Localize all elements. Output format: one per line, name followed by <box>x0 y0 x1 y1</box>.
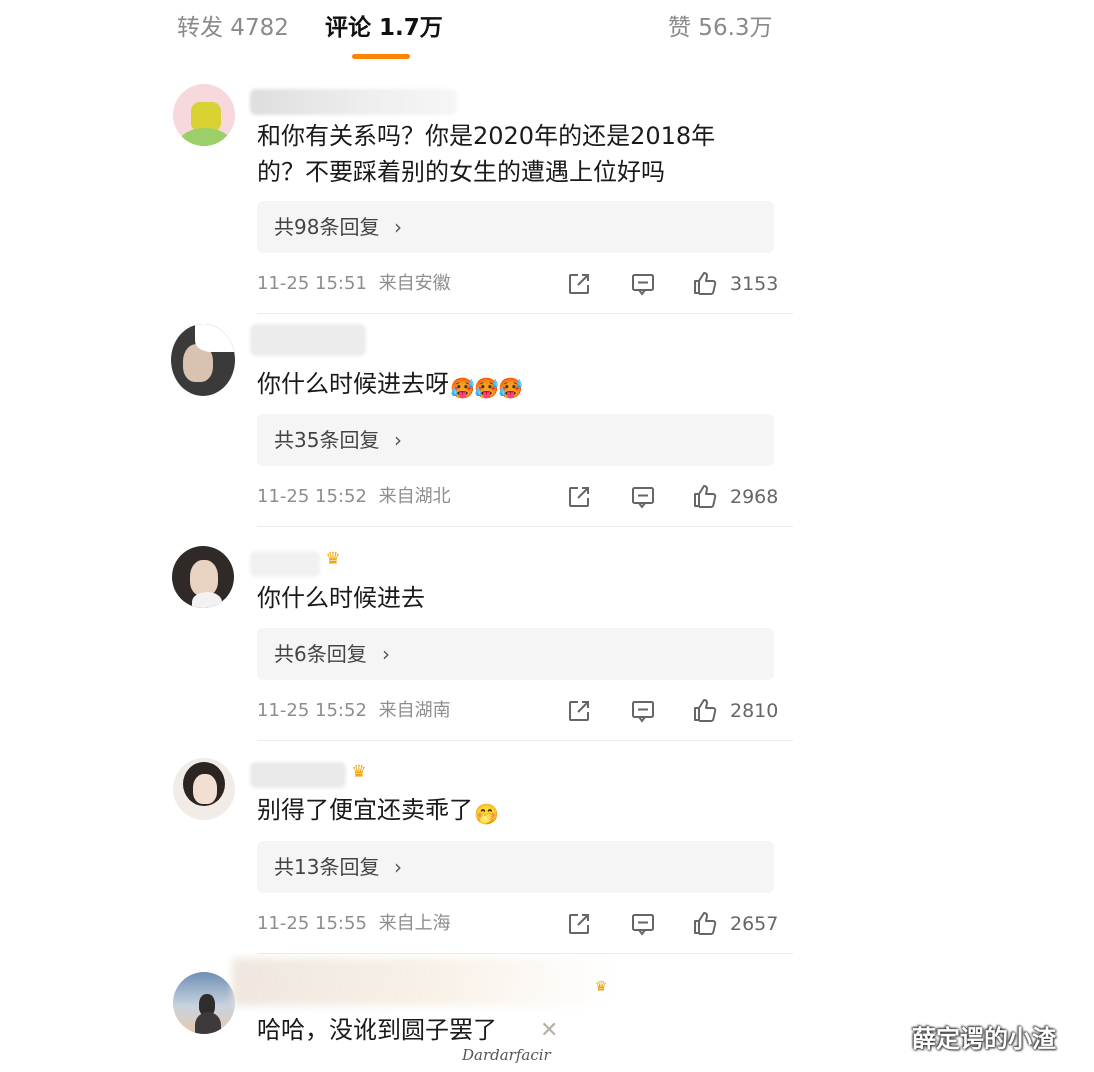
crown-icon: ♛ <box>325 549 341 569</box>
comment-icon <box>632 914 654 936</box>
comment-time: 11-25 15:52 <box>257 700 367 721</box>
comment-button[interactable] <box>630 911 656 937</box>
thumbs-up-icon <box>694 272 717 295</box>
signature-sticker: Dardarfacir <box>462 1046 551 1064</box>
chevron-right-icon: › <box>394 855 402 879</box>
avatar[interactable] <box>171 324 235 396</box>
replies-count-label: 共35条回复 <box>274 428 380 452</box>
comment-text: 别得了便宜还卖乖了🤭 <box>257 792 499 828</box>
thumbs-up-icon <box>694 912 717 935</box>
view-replies-button[interactable]: 共6条回复 › <box>257 628 774 680</box>
comment-meta: 11-25 15:52 来自湖南 <box>257 699 451 723</box>
avatar[interactable] <box>173 972 235 1034</box>
comment-icon <box>632 701 654 723</box>
divider <box>257 526 793 527</box>
hot-face-emoji: 🥵 <box>474 376 499 400</box>
sparkle-sticker: ✕ <box>540 1018 559 1043</box>
comment-icon <box>632 487 654 509</box>
comment-icon <box>632 274 654 296</box>
comment-text: 和你有关系吗？你是2020年的还是2018年 的？不要踩着别的女生的遭遇上位好吗 <box>257 118 715 190</box>
chevron-right-icon: › <box>394 215 402 239</box>
share-icon <box>569 701 589 721</box>
chevron-right-icon: › <box>394 428 402 452</box>
replies-count-label: 共6条回复 <box>274 642 367 666</box>
comment-text-line: 的？不要踩着别的女生的遭遇上位好吗 <box>257 158 665 186</box>
comment-text: 你什么时候进去呀🥵🥵🥵 <box>257 366 523 402</box>
avatar[interactable] <box>172 546 234 608</box>
crown-icon: ♛ <box>351 762 367 782</box>
comment-time: 11-25 15:51 <box>257 273 367 294</box>
comment-button[interactable] <box>630 698 656 724</box>
like-count: 2657 <box>730 913 779 935</box>
like-button[interactable] <box>692 697 718 723</box>
view-replies-button[interactable]: 共13条回复 › <box>257 841 774 893</box>
comment-tabs: 转发 4782 评论 1.7万 赞 56.3万 <box>0 0 1094 72</box>
comment-meta: 11-25 15:55 来自上海 <box>257 912 451 936</box>
avatar[interactable] <box>173 84 235 146</box>
comment-meta: 11-25 15:52 来自湖北 <box>257 485 451 509</box>
comment-time: 11-25 15:55 <box>257 913 367 934</box>
tab-repost[interactable]: 转发 4782 <box>177 12 289 44</box>
like-button[interactable] <box>692 270 718 296</box>
replies-count-label: 共13条回复 <box>274 855 380 879</box>
comment-location: 来自湖南 <box>378 700 451 721</box>
username-blurred[interactable] <box>250 762 346 788</box>
like-count: 3153 <box>730 273 779 295</box>
share-button[interactable] <box>566 698 592 724</box>
hot-face-emoji: 🥵 <box>450 376 475 400</box>
thumbs-up-icon <box>694 485 717 508</box>
comment-time: 11-25 15:52 <box>257 486 367 507</box>
username-blurred[interactable] <box>250 551 320 577</box>
crown-icon: ♛ <box>594 979 608 995</box>
username-blurred[interactable] <box>250 89 457 115</box>
comment-text-line: 你什么时候进去呀 <box>257 370 449 398</box>
comment-location: 来自湖北 <box>378 486 451 507</box>
comment-text-line: 你什么时候进去 <box>257 584 425 612</box>
share-button[interactable] <box>566 484 592 510</box>
comment-meta: 11-25 15:51 来自安徽 <box>257 272 451 296</box>
share-button[interactable] <box>566 911 592 937</box>
like-button[interactable] <box>692 910 718 936</box>
comment-button[interactable] <box>630 484 656 510</box>
avatar[interactable] <box>173 758 235 820</box>
hand-over-mouth-emoji: 🤭 <box>474 802 499 826</box>
like-button[interactable] <box>692 483 718 509</box>
divider <box>257 953 793 954</box>
chevron-right-icon: › <box>382 642 390 666</box>
like-count: 2810 <box>730 700 779 722</box>
tab-comments[interactable]: 评论 1.7万 <box>325 12 443 44</box>
comment-text-line: 别得了便宜还卖乖了 <box>257 796 473 824</box>
comment-text-line: 哈哈，没讹到圆子罢了 <box>257 1016 497 1044</box>
like-count: 2968 <box>730 486 779 508</box>
replies-count-label: 共98条回复 <box>274 215 380 239</box>
share-icon <box>569 274 589 294</box>
divider <box>257 740 793 741</box>
share-icon <box>569 487 589 507</box>
share-icon <box>569 914 589 934</box>
hot-face-emoji: 🥵 <box>498 376 523 400</box>
thumbs-up-icon <box>694 699 717 722</box>
view-replies-button[interactable]: 共98条回复 › <box>257 201 774 253</box>
view-replies-button[interactable]: 共35条回复 › <box>257 414 774 466</box>
tab-likes[interactable]: 赞 56.3万 <box>668 12 773 44</box>
comment-text-line: 和你有关系吗？你是2020年的还是2018年 <box>257 122 716 150</box>
share-button[interactable] <box>566 271 592 297</box>
comment-text: 你什么时候进去 <box>257 580 425 616</box>
comment-text: 哈哈，没讹到圆子罢了 <box>257 1012 497 1048</box>
divider <box>257 313 793 314</box>
username-blurred[interactable] <box>232 958 612 1006</box>
active-tab-indicator <box>352 54 410 59</box>
comment-location: 来自上海 <box>378 913 451 934</box>
username-blurred[interactable] <box>250 324 366 356</box>
comment-location: 来自安徽 <box>378 273 451 294</box>
author-watermark: 薛定谔的小渣 <box>912 1025 1056 1053</box>
comment-button[interactable] <box>630 271 656 297</box>
